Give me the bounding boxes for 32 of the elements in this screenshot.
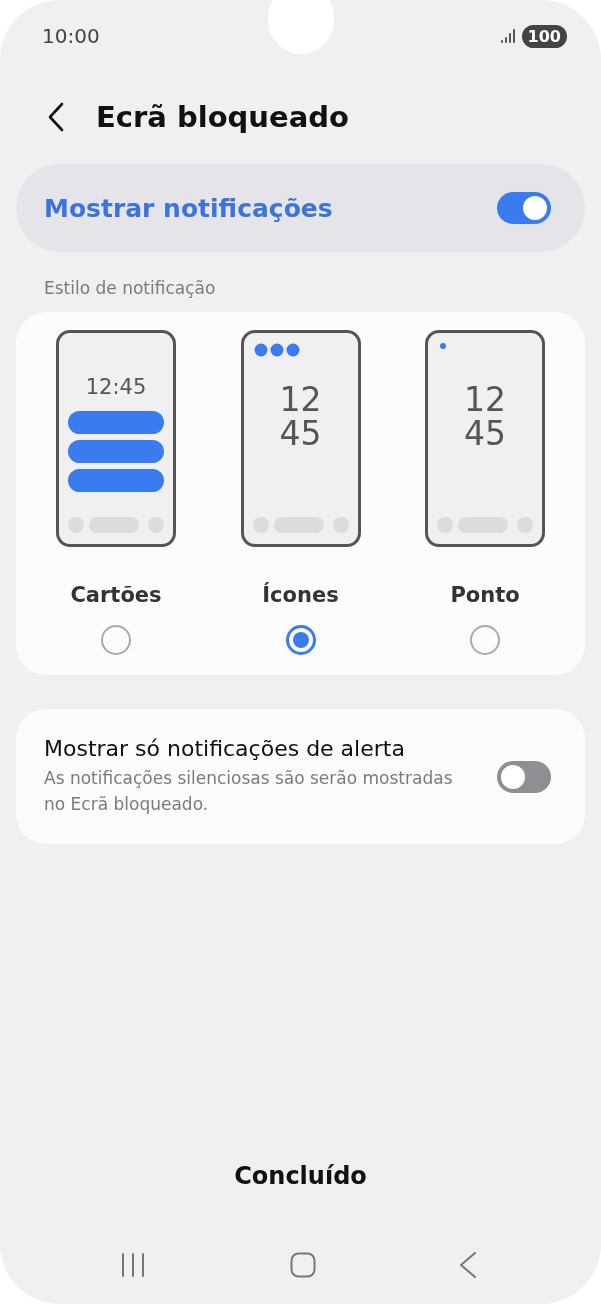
- radio-button[interactable]: [101, 625, 131, 655]
- style-label: Ícones: [262, 583, 339, 607]
- clock-text: 12: [279, 383, 322, 417]
- clock-text: 12: [464, 383, 506, 417]
- done-button[interactable]: Concluído: [214, 1154, 387, 1198]
- style-label: Ponto: [450, 583, 520, 607]
- clock-text: 45: [279, 417, 322, 451]
- battery-level: 100: [521, 24, 567, 48]
- clock-text: 12:45: [85, 375, 147, 399]
- status-time: 10:00: [42, 24, 100, 48]
- setting-card[interactable]: Mostrar só notificações de alerta As notificações silenciosas são serão mostradas no Ecrã bloqueado.: [16, 709, 585, 844]
- signal-icon: [499, 28, 516, 44]
- page-title: Ecrã bloqueado: [96, 100, 349, 134]
- back-icon[interactable]: [46, 102, 66, 132]
- lockscreen-preview[interactable]: 12 45: [425, 330, 545, 547]
- recent-apps-icon[interactable]: [120, 1252, 146, 1278]
- lockscreen-preview[interactable]: 12 45: [240, 330, 361, 547]
- lockscreen-preview[interactable]: 12:45: [56, 330, 176, 547]
- section-label: Estilo de notificação: [43, 277, 217, 300]
- notification-dot-icon: [440, 343, 446, 349]
- toggle-label: Mostrar notificações: [44, 193, 333, 223]
- setting-description: As notificações silenciosas são serão mostradas no Ecrã bloqueado.: [44, 767, 454, 816]
- toggle-switch[interactable]: [497, 192, 551, 224]
- home-icon[interactable]: [289, 1252, 316, 1278]
- setting-title: Mostrar só notificações de alerta: [44, 736, 406, 761]
- master-toggle-row[interactable]: Mostrar notificações: [16, 164, 585, 252]
- toggle-switch[interactable]: [497, 760, 551, 793]
- radio-button[interactable]: [285, 625, 316, 655]
- notification-icons-icon: [253, 343, 300, 357]
- clock-text: 45: [464, 417, 506, 451]
- radio-button[interactable]: [470, 625, 500, 655]
- style-label: Cartões: [70, 583, 162, 607]
